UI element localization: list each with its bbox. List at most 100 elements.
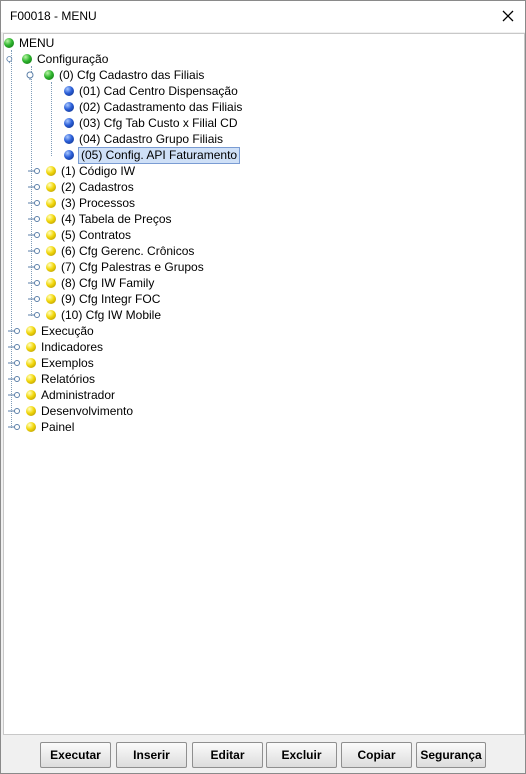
window-title: F00018 - MENU bbox=[10, 9, 97, 23]
yellow-ball-icon bbox=[26, 326, 36, 336]
yellow-ball-icon bbox=[26, 374, 36, 384]
collapsed-handle-icon[interactable] bbox=[28, 262, 40, 272]
tree-node-painel[interactable]: Painel bbox=[8, 419, 75, 435]
tree-node-configuracao[interactable]: Configuração bbox=[6, 51, 109, 67]
tree-node-label: Painel bbox=[41, 419, 75, 434]
tree-node-label: (1) Código IW bbox=[61, 163, 136, 178]
tree-leaf-01[interactable]: (01) Cad Centro Dispensação bbox=[64, 83, 239, 99]
copiar-button[interactable]: Copiar bbox=[341, 742, 412, 768]
close-button[interactable] bbox=[497, 5, 519, 27]
tree-node-label: Configuração bbox=[37, 51, 109, 66]
green-ball-icon bbox=[22, 54, 32, 64]
tree-node-label: Exemplos bbox=[41, 355, 94, 370]
tree-node-cfg2[interactable]: (2) Cadastros bbox=[28, 179, 135, 195]
tree-node-cfg7[interactable]: (7) Cfg Palestras e Grupos bbox=[28, 259, 205, 275]
tree-node-label: (03) Cfg Tab Custo x Filial CD bbox=[79, 115, 238, 130]
tree-node-menu[interactable]: MENU bbox=[4, 35, 55, 51]
yellow-ball-icon bbox=[46, 214, 56, 224]
title-bar: F00018 - MENU bbox=[1, 1, 525, 32]
tree-node-label: (8) Cfg IW Family bbox=[61, 275, 155, 290]
tree-leaf-04[interactable]: (04) Cadastro Grupo Filiais bbox=[64, 131, 224, 147]
tree-node-label: (01) Cad Centro Dispensação bbox=[79, 83, 238, 98]
seguranca-button[interactable]: Segurança bbox=[416, 742, 486, 768]
tree-node-cfg9[interactable]: (9) Cfg Integr FOC bbox=[28, 291, 161, 307]
expanded-handle-icon[interactable] bbox=[26, 70, 38, 80]
tree-node-label: (4) Tabela de Preços bbox=[61, 211, 172, 226]
collapsed-handle-icon[interactable] bbox=[8, 374, 20, 384]
tree-node-desenvolvimento[interactable]: Desenvolvimento bbox=[8, 403, 134, 419]
close-icon bbox=[502, 10, 514, 22]
tree-node-cfg8[interactable]: (8) Cfg IW Family bbox=[28, 275, 155, 291]
editar-button[interactable]: Editar bbox=[192, 742, 263, 768]
collapsed-handle-icon[interactable] bbox=[28, 214, 40, 224]
tree-node-cfg-cadastro-filiais[interactable]: (0) Cfg Cadastro das Filiais bbox=[26, 67, 205, 83]
collapsed-handle-icon[interactable] bbox=[8, 422, 20, 432]
tree-node-label: (04) Cadastro Grupo Filiais bbox=[79, 131, 224, 146]
yellow-ball-icon bbox=[46, 182, 56, 192]
yellow-ball-icon bbox=[46, 166, 56, 176]
tree-connector bbox=[51, 82, 52, 156]
yellow-ball-icon bbox=[26, 358, 36, 368]
collapsed-handle-icon[interactable] bbox=[8, 326, 20, 336]
tree-node-cfg10[interactable]: (10) Cfg IW Mobile bbox=[28, 307, 162, 323]
tree-node-label-selected: (05) Config. API Faturamento bbox=[78, 146, 241, 164]
executar-button[interactable]: Executar bbox=[40, 742, 111, 768]
expanded-handle-icon[interactable] bbox=[6, 54, 16, 64]
collapsed-handle-icon[interactable] bbox=[28, 278, 40, 288]
tree-node-cfg5[interactable]: (5) Contratos bbox=[28, 227, 132, 243]
collapsed-handle-icon[interactable] bbox=[28, 294, 40, 304]
collapsed-handle-icon[interactable] bbox=[8, 406, 20, 416]
menu-tree[interactable]: MENU Configuração (0) Cfg Cadastro das F… bbox=[3, 33, 525, 735]
yellow-ball-icon bbox=[26, 342, 36, 352]
blue-ball-icon bbox=[64, 118, 74, 128]
yellow-ball-icon bbox=[46, 278, 56, 288]
tree-node-cfg4[interactable]: (4) Tabela de Preços bbox=[28, 211, 173, 227]
tree-node-label: (9) Cfg Integr FOC bbox=[61, 291, 161, 306]
tree-node-label: (6) Cfg Gerenc. Crônicos bbox=[61, 243, 195, 258]
tree-node-label: (2) Cadastros bbox=[61, 179, 134, 194]
yellow-ball-icon bbox=[26, 422, 36, 432]
collapsed-handle-icon[interactable] bbox=[8, 342, 20, 352]
tree-node-label: Execução bbox=[41, 323, 94, 338]
tree-node-cfg3[interactable]: (3) Processos bbox=[28, 195, 136, 211]
blue-ball-icon bbox=[64, 102, 74, 112]
yellow-ball-icon bbox=[46, 246, 56, 256]
green-ball-icon bbox=[4, 38, 14, 48]
collapsed-handle-icon[interactable] bbox=[28, 310, 40, 320]
tree-node-exemplos[interactable]: Exemplos bbox=[8, 355, 95, 371]
tree-node-label: (5) Contratos bbox=[61, 227, 132, 242]
tree-node-label: (10) Cfg IW Mobile bbox=[61, 307, 162, 322]
button-bar: Executar Inserir Editar Excluir Copiar S… bbox=[1, 739, 525, 773]
tree-node-execucao[interactable]: Execução bbox=[8, 323, 95, 339]
blue-ball-icon bbox=[64, 150, 74, 160]
inserir-button[interactable]: Inserir bbox=[116, 742, 187, 768]
collapsed-handle-icon[interactable] bbox=[8, 390, 20, 400]
window: F00018 - MENU MENU Configuração (0) Cfg … bbox=[0, 0, 526, 774]
tree-node-relatorios[interactable]: Relatórios bbox=[8, 371, 96, 387]
collapsed-handle-icon[interactable] bbox=[28, 198, 40, 208]
collapsed-handle-icon[interactable] bbox=[28, 246, 40, 256]
tree-node-label: Administrador bbox=[41, 387, 116, 402]
tree-node-cfg6[interactable]: (6) Cfg Gerenc. Crônicos bbox=[28, 243, 195, 259]
collapsed-handle-icon[interactable] bbox=[28, 166, 40, 176]
tree-node-cfg1[interactable]: (1) Código IW bbox=[28, 163, 136, 179]
yellow-ball-icon bbox=[46, 230, 56, 240]
collapsed-handle-icon[interactable] bbox=[8, 358, 20, 368]
tree-node-label: Relatórios bbox=[41, 371, 96, 386]
excluir-button[interactable]: Excluir bbox=[266, 742, 337, 768]
tree-leaf-05-selected[interactable]: (05) Config. API Faturamento bbox=[64, 146, 241, 164]
tree-node-indicadores[interactable]: Indicadores bbox=[8, 339, 104, 355]
yellow-ball-icon bbox=[46, 198, 56, 208]
yellow-ball-icon bbox=[26, 390, 36, 400]
yellow-ball-icon bbox=[46, 294, 56, 304]
tree-node-label: (0) Cfg Cadastro das Filiais bbox=[59, 67, 205, 82]
yellow-ball-icon bbox=[26, 406, 36, 416]
yellow-ball-icon bbox=[46, 310, 56, 320]
collapsed-handle-icon[interactable] bbox=[28, 182, 40, 192]
tree-node-administrador[interactable]: Administrador bbox=[8, 387, 116, 403]
tree-leaf-02[interactable]: (02) Cadastramento das Filiais bbox=[64, 99, 243, 115]
green-ball-icon bbox=[44, 70, 54, 80]
blue-ball-icon bbox=[64, 86, 74, 96]
tree-leaf-03[interactable]: (03) Cfg Tab Custo x Filial CD bbox=[64, 115, 239, 131]
collapsed-handle-icon[interactable] bbox=[28, 230, 40, 240]
